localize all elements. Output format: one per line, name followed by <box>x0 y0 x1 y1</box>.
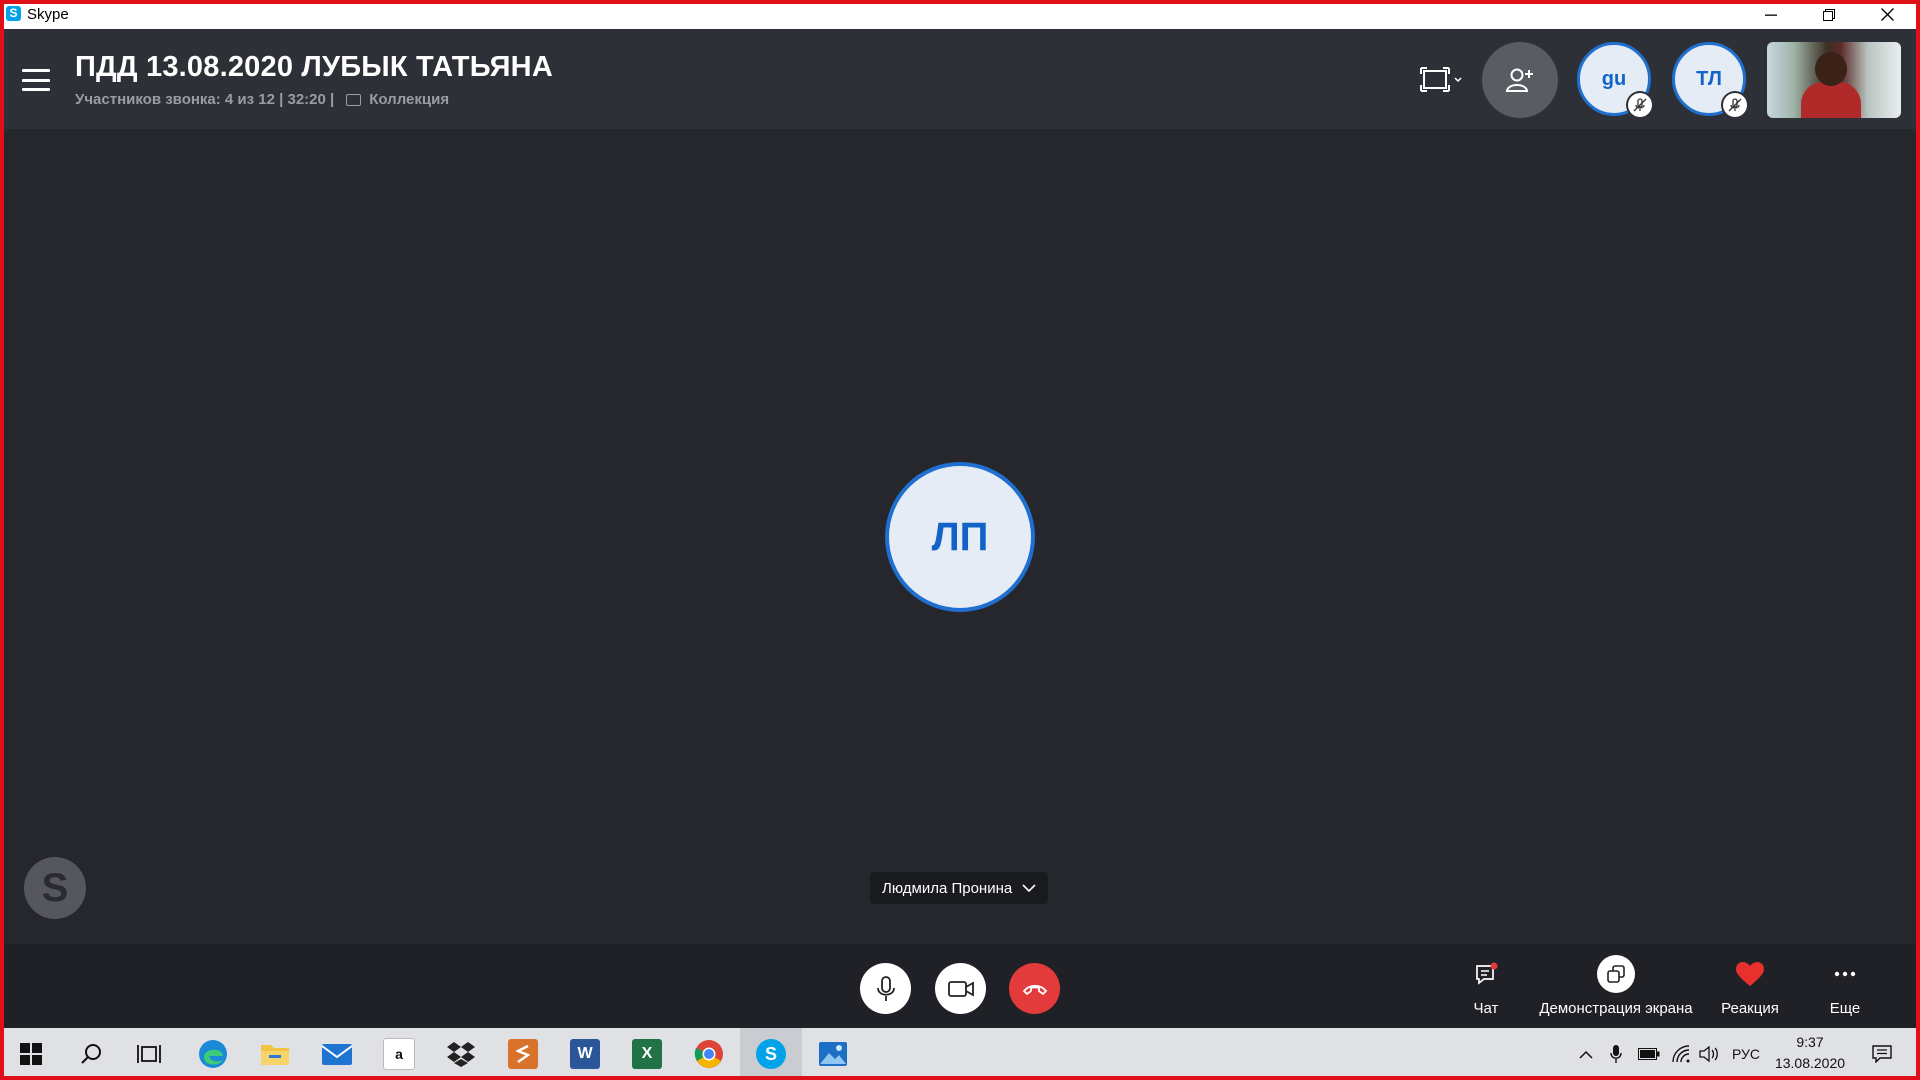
photos-icon <box>819 1042 847 1066</box>
call-controls: Чат Демонстрация экрана Реакция Еще <box>0 944 1920 1028</box>
end-call-button[interactable] <box>1009 963 1060 1014</box>
heart-icon <box>1736 962 1764 986</box>
speaker-initials: ЛП <box>931 514 989 559</box>
windows-taskbar: a W X S РУС 9:37 13.08.2020 <box>0 1028 1920 1080</box>
close-button[interactable] <box>1858 0 1916 29</box>
wifi-icon <box>1672 1045 1690 1063</box>
taskbar-skype[interactable]: S <box>740 1028 802 1080</box>
windows-logo-icon <box>20 1043 42 1065</box>
hang-up-icon <box>1022 984 1047 995</box>
muted-mic-icon <box>1723 93 1747 117</box>
taskbar-sublime[interactable] <box>492 1028 554 1080</box>
participant-initials: gu <box>1601 67 1627 90</box>
folder-icon <box>261 1045 289 1065</box>
speaker-volume-icon <box>1699 1045 1718 1063</box>
minimize-button[interactable] <box>1742 0 1800 29</box>
microphone-in-use-icon <box>1610 1045 1622 1063</box>
tray-microphone[interactable] <box>1604 1028 1628 1080</box>
taskbar-excel[interactable]: X <box>616 1028 678 1080</box>
add-person-icon <box>1505 68 1533 92</box>
taskbar-chrome[interactable] <box>678 1028 740 1080</box>
restore-icon <box>1823 8 1835 21</box>
clock-date: 13.08.2020 <box>1774 1055 1846 1071</box>
task-view-button[interactable] <box>118 1028 180 1080</box>
taskbar-file-explorer[interactable] <box>244 1028 306 1080</box>
battery-icon <box>1638 1048 1660 1060</box>
gallery-icon <box>346 93 362 106</box>
notifications-icon <box>1872 1045 1892 1063</box>
amazon-icon: a <box>383 1038 415 1070</box>
reaction-label: Реакция <box>1721 1000 1779 1017</box>
taskbar-mail[interactable] <box>306 1028 368 1080</box>
excel-icon: X <box>632 1039 662 1069</box>
close-icon <box>1880 8 1894 21</box>
taskbar-clock[interactable]: 9:37 13.08.2020 <box>1768 1032 1852 1074</box>
sublime-text-icon <box>508 1039 538 1069</box>
clock-time: 9:37 <box>1796 1034 1824 1050</box>
task-view-icon <box>137 1045 161 1063</box>
chat-button[interactable]: Чат <box>1466 956 1506 1017</box>
screen-share-button[interactable]: Демонстрация экрана <box>1536 955 1696 1017</box>
camera-button[interactable] <box>935 963 986 1014</box>
start-button[interactable] <box>0 1028 62 1080</box>
taskbar-amazon[interactable]: a <box>368 1028 430 1080</box>
taskbar-search[interactable] <box>60 1028 122 1080</box>
call-subtitle: Участников звонка: 4 из 12 | 32:20 | Кол… <box>75 91 449 108</box>
tray-volume[interactable] <box>1696 1028 1722 1080</box>
layout-switch-button[interactable] <box>1420 65 1466 95</box>
gallery-link[interactable]: Коллекция <box>369 91 449 108</box>
screen-share-label: Демонстрация экрана <box>1539 1000 1693 1017</box>
action-center-button[interactable] <box>1864 1028 1900 1080</box>
window-titlebar: S Skype <box>0 0 1920 29</box>
skype-watermark-icon: S <box>24 857 86 919</box>
call-title: ПДД 13.08.2020 ЛУБЫК ТАТЬЯНА <box>75 51 553 83</box>
more-label: Еще <box>1829 1000 1861 1017</box>
taskbar-word[interactable]: W <box>554 1028 616 1080</box>
chat-icon <box>1476 962 1498 985</box>
input-language[interactable]: РУС <box>1726 1028 1766 1080</box>
participant-avatar-tl[interactable]: ТЛ <box>1672 42 1747 117</box>
skype-icon: S <box>756 1039 786 1069</box>
screen-share-icon <box>1597 955 1635 993</box>
more-button[interactable]: Еще <box>1815 956 1875 1017</box>
microphone-button[interactable] <box>860 963 911 1014</box>
window-title: Skype <box>27 6 69 23</box>
chevron-down-icon <box>1022 883 1036 892</box>
speaker-name-dropdown[interactable]: Людмила Пронина <box>870 872 1049 904</box>
chat-label: Чат <box>1473 1000 1499 1017</box>
word-icon: W <box>570 1039 600 1069</box>
chevron-up-icon <box>1579 1050 1593 1059</box>
mail-icon <box>321 1044 353 1065</box>
participant-initials: ТЛ <box>1696 67 1722 90</box>
speaker-name: Людмила Пронина <box>882 879 1013 897</box>
call-header: ПДД 13.08.2020 ЛУБЫК ТАТЬЯНА Участников … <box>0 29 1920 129</box>
minimize-icon <box>1765 14 1777 16</box>
fullscreen-layout-icon <box>1420 67 1462 92</box>
dropbox-icon <box>447 1042 475 1067</box>
show-hidden-icons-button[interactable] <box>1574 1028 1598 1080</box>
muted-mic-icon <box>1628 93 1652 117</box>
add-participant-button[interactable] <box>1482 42 1558 118</box>
call-stage: ПДД 13.08.2020 ЛУБЫК ТАТЬЯНА Участников … <box>0 29 1920 944</box>
chrome-icon <box>694 1040 723 1068</box>
microphone-icon <box>876 975 895 1001</box>
tray-network[interactable] <box>1668 1028 1694 1080</box>
video-camera-icon <box>947 980 974 997</box>
participants-status: Участников звонка: 4 из 12 | 32:20 | <box>75 91 335 108</box>
participant-avatar-gu[interactable]: gu <box>1577 42 1652 117</box>
restore-button[interactable] <box>1800 0 1858 29</box>
skype-app-icon: S <box>6 6 21 21</box>
search-icon <box>81 1044 101 1064</box>
tray-battery[interactable] <box>1634 1028 1664 1080</box>
reaction-button[interactable]: Реакция <box>1715 956 1785 1017</box>
self-video-preview[interactable] <box>1767 42 1901 118</box>
taskbar-photos[interactable] <box>802 1028 864 1080</box>
taskbar-dropbox[interactable] <box>430 1028 492 1080</box>
taskbar-edge[interactable] <box>182 1028 244 1080</box>
menu-icon[interactable] <box>22 69 50 91</box>
active-speaker-avatar: ЛП <box>885 462 1035 612</box>
edge-icon <box>199 1040 227 1068</box>
more-dots-icon <box>1834 971 1856 977</box>
